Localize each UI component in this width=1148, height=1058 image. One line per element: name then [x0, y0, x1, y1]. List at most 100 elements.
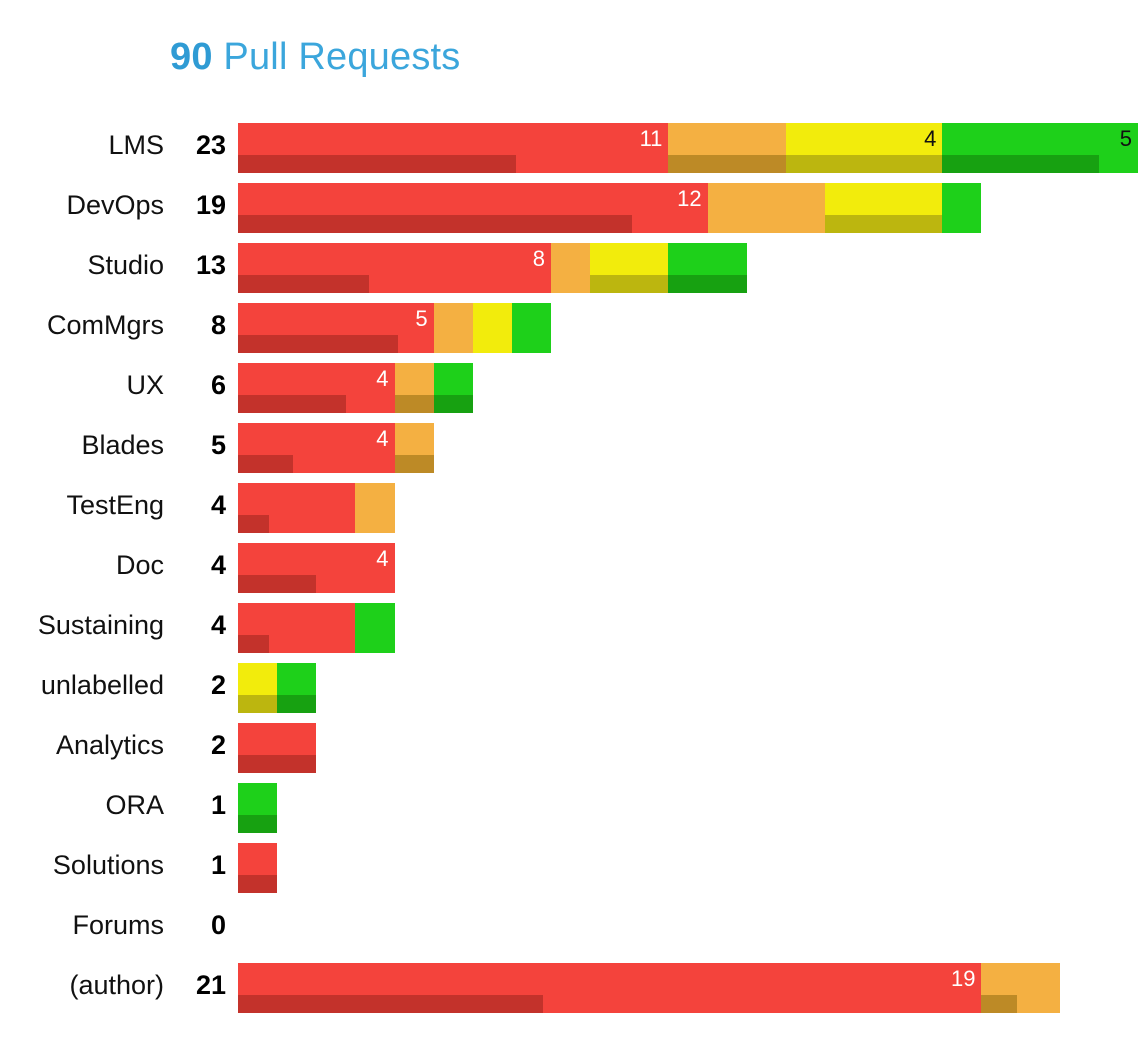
bar-segment-green[interactable]: [433, 363, 473, 413]
row-bar-track[interactable]: 11 4 5: [238, 123, 1148, 173]
bar-segment-lower-track: [590, 275, 669, 293]
bar-segment-lower-fill: [238, 155, 516, 173]
row-total-count: 4: [210, 610, 226, 640]
bar-segment-red[interactable]: 4: [238, 423, 395, 473]
chart-row: Blades 5 4: [0, 418, 1148, 478]
bar-segment-yellow[interactable]: [824, 183, 943, 233]
title-text: Pull Requests: [212, 36, 461, 78]
bar-segment-lower-track: [277, 695, 317, 713]
bar-segment-green[interactable]: [511, 303, 552, 353]
bar-segment-lower-track: [238, 215, 708, 233]
bar-segment-green[interactable]: 5: [942, 123, 1138, 173]
bar-segment-red[interactable]: [238, 603, 356, 653]
bar-segment-yellow[interactable]: [590, 243, 669, 293]
bar-segment-red[interactable]: 12: [238, 183, 708, 233]
bar-segment-red[interactable]: 4: [238, 543, 395, 593]
chart-row: DevOps 19 12: [0, 178, 1148, 238]
row-bar-track[interactable]: [238, 783, 1148, 833]
bar-segment-upper: [238, 543, 395, 575]
bar-segment-yellow[interactable]: [472, 303, 512, 353]
row-bar-track[interactable]: [238, 843, 1148, 893]
row-bar-track[interactable]: [238, 723, 1148, 773]
bar-segment-upper: [433, 363, 473, 395]
bar-segment-lower-track: [942, 155, 1138, 173]
bar-segment-orange[interactable]: [668, 123, 786, 173]
row-bar-track[interactable]: 4: [238, 363, 1148, 413]
row-bar-track[interactable]: 4: [238, 543, 1148, 593]
row-bar-track[interactable]: 12: [238, 183, 1148, 233]
chart-row: ComMgrs 8 5: [0, 298, 1148, 358]
row-bar-track[interactable]: 4: [238, 423, 1148, 473]
bar-segment-lower-track: [785, 155, 943, 173]
bar-segment-green[interactable]: [238, 783, 278, 833]
bar-segment-yellow[interactable]: [238, 663, 278, 713]
row-category-label: UX: [126, 370, 164, 400]
bar-segment-green[interactable]: [355, 603, 395, 653]
bar-segment-lower-track: [238, 875, 278, 893]
bar-segment-lower-track: [238, 635, 356, 653]
row-bar-track[interactable]: [238, 603, 1148, 653]
chart-row: Analytics 2: [0, 718, 1148, 778]
bar-segment-orange[interactable]: [394, 423, 434, 473]
bar-segment-lower-track: [238, 515, 356, 533]
bar-segment-upper: [238, 723, 317, 755]
bar-segment-red[interactable]: [238, 723, 317, 773]
row-bar-track[interactable]: [238, 903, 1148, 953]
bar-segment-orange[interactable]: [707, 183, 825, 233]
bar-segment-red[interactable]: 5: [238, 303, 434, 353]
row-bar-track[interactable]: [238, 663, 1148, 713]
bar-segment-upper: [394, 363, 434, 395]
row-bar-track[interactable]: 19: [238, 963, 1148, 1013]
chart-row: Doc 4 4: [0, 538, 1148, 598]
bar-segment-red[interactable]: [238, 483, 356, 533]
bar-segment-orange[interactable]: [551, 243, 591, 293]
bar-segment-upper: [277, 663, 317, 695]
bar-segment-green[interactable]: [942, 183, 982, 233]
bar-segment-lower-track: [238, 695, 278, 713]
row-bar-track[interactable]: 5: [238, 303, 1148, 353]
row-category-label: LMS: [108, 130, 164, 160]
bar-segment-orange[interactable]: [394, 363, 434, 413]
bar-segment-red[interactable]: 11: [238, 123, 669, 173]
bar-segment-green[interactable]: [277, 663, 317, 713]
bar-segment-lower-fill: [238, 575, 317, 593]
bar-segment-lower-fill: [277, 695, 317, 713]
row-bar-track[interactable]: 8: [238, 243, 1148, 293]
row-category-label: Doc: [115, 550, 164, 580]
bar-segment-lower-fill: [942, 155, 1099, 173]
bar-segment-orange[interactable]: [433, 303, 473, 353]
bar-segment-upper: [238, 183, 708, 215]
bar-segment-upper: [590, 243, 669, 275]
bar-segment-lower-fill: [238, 215, 633, 233]
bar-segment-lower-track: [511, 335, 552, 353]
row-total-count: 2: [210, 670, 226, 700]
bar-segment-red[interactable]: 19: [238, 963, 982, 1013]
bar-segment-yellow[interactable]: 4: [785, 123, 943, 173]
row-label-group: Doc 4: [0, 538, 234, 593]
row-total-count: 5: [210, 430, 226, 460]
bar-segment-lower-fill: [238, 695, 278, 713]
bar-segment-orange[interactable]: [355, 483, 395, 533]
row-label-group: Sustaining 4: [0, 598, 234, 653]
row-category-label: Forums: [72, 910, 164, 940]
bar-segment-lower-track: [355, 515, 395, 533]
bar-segment-lower-track: [238, 455, 395, 473]
bar-segment-upper: [433, 303, 473, 335]
bar-segment-upper: [668, 123, 786, 155]
bar-segment-green[interactable]: [668, 243, 747, 293]
chart-row: TestEng 4: [0, 478, 1148, 538]
bar-segment-lower-track: [238, 155, 669, 173]
bar-segment-lower-fill: [238, 275, 370, 293]
bar-segment-lower-track: [551, 275, 591, 293]
bar-segment-orange[interactable]: [981, 963, 1060, 1013]
bar-segment-red[interactable]: 4: [238, 363, 395, 413]
bar-segment-red[interactable]: 8: [238, 243, 552, 293]
bar-segment-lower-track: [707, 215, 825, 233]
chart-row: (author) 21 19: [0, 958, 1148, 1018]
bar-segment-red[interactable]: [238, 843, 278, 893]
chart-rows: LMS 23 11 4 5 DevOps 19 12 Studio 13 8 ComMgrs 8 5 UX 6…: [0, 118, 1148, 1018]
row-label-group: Blades 5: [0, 418, 234, 473]
bar-segment-lower-fill: [981, 995, 1017, 1013]
row-bar-track[interactable]: [238, 483, 1148, 533]
bar-segment-lower-track: [981, 995, 1060, 1013]
